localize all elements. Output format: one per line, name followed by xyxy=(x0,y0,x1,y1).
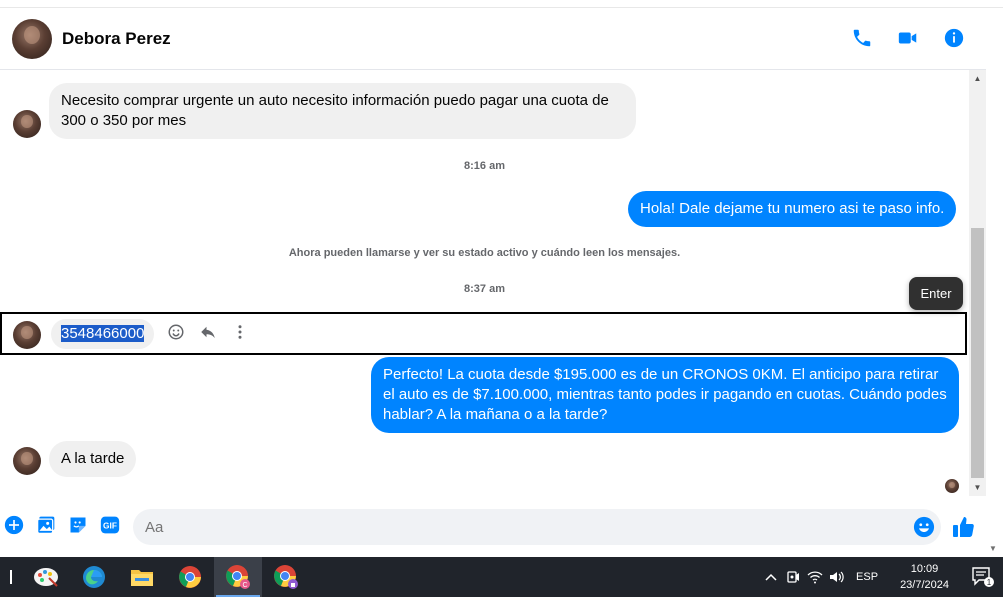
info-icon[interactable] xyxy=(942,26,966,50)
gif-icon[interactable]: GIF xyxy=(100,515,120,535)
page-scroll-down-arrow[interactable]: ▼ xyxy=(989,544,997,553)
scroll-thumb[interactable] xyxy=(971,228,984,478)
sticker-icon[interactable] xyxy=(68,515,88,535)
header-actions xyxy=(850,26,966,50)
taskbar-apps: C xyxy=(0,557,310,597)
message-composer: GIF xyxy=(0,500,986,556)
message-timestamp: 8:16 am xyxy=(464,160,505,172)
message-outgoing[interactable]: Hola! Dale dejame tu numero asi te paso … xyxy=(628,191,957,227)
svg-text:C: C xyxy=(242,582,247,589)
volume-icon[interactable] xyxy=(826,557,848,597)
taskbar-handle-icon[interactable] xyxy=(0,557,22,597)
video-icon[interactable] xyxy=(896,26,920,50)
selected-text[interactable]: 3548466000 xyxy=(61,325,145,342)
scroll-up-arrow[interactable]: ▲ xyxy=(969,70,986,87)
reply-icon[interactable] xyxy=(198,322,218,342)
chrome-profile-icon[interactable]: C xyxy=(214,557,262,597)
image-icon[interactable] xyxy=(36,515,56,535)
taskbar-clock[interactable]: 10:09 23/7/2024 xyxy=(886,561,963,593)
message-timestamp: 8:37 am xyxy=(464,283,505,295)
notification-center-icon[interactable]: 1 xyxy=(963,557,1003,597)
plus-icon[interactable] xyxy=(4,515,24,535)
like-icon[interactable] xyxy=(952,515,976,539)
system-tray: ESP 10:09 23/7/2024 1 xyxy=(760,557,1003,597)
chevron-up-icon[interactable] xyxy=(760,557,782,597)
os-taskbar: C ESP 10:09 23/7/2024 1 xyxy=(0,557,1003,597)
chrome-profile-2-icon[interactable] xyxy=(262,557,310,597)
gif-label: GIF xyxy=(103,520,117,530)
contact-name[interactable]: Debora Perez xyxy=(62,29,171,49)
contact-avatar[interactable] xyxy=(12,18,52,59)
emoji-icon[interactable] xyxy=(913,516,935,538)
read-receipt-avatar xyxy=(945,479,959,493)
react-emoji-icon[interactable] xyxy=(166,322,186,342)
page-scrollbar[interactable]: ▼ xyxy=(986,70,1003,557)
wifi-icon[interactable] xyxy=(804,557,826,597)
chrome-icon[interactable] xyxy=(166,557,214,597)
top-strip xyxy=(0,0,1003,8)
message-incoming[interactable]: Necesito comprar urgente un auto necesit… xyxy=(49,83,636,139)
message-incoming-selected[interactable]: 3548466000 xyxy=(51,319,155,349)
message-incoming[interactable]: A la tarde xyxy=(49,441,137,477)
phone-icon[interactable] xyxy=(850,26,874,50)
message-input-box[interactable] xyxy=(133,509,941,545)
paint-icon[interactable] xyxy=(22,557,70,597)
selected-message-row[interactable]: 3548466000 xyxy=(0,312,967,355)
contact-avatar-small[interactable] xyxy=(13,321,41,349)
message-input[interactable] xyxy=(145,518,905,536)
status-notice: Ahora pueden llamarse y ver su estado ac… xyxy=(288,247,681,259)
enter-tooltip: Enter xyxy=(909,277,963,310)
composer-actions: GIF xyxy=(4,515,120,535)
edge-icon[interactable] xyxy=(70,557,118,597)
message-outgoing[interactable]: Perfecto! La cuota desde $195.000 es de … xyxy=(371,357,959,433)
clock-time: 10:09 xyxy=(910,563,939,575)
file-explorer-icon[interactable] xyxy=(118,557,166,597)
language-indicator[interactable]: ESP xyxy=(848,571,886,583)
thread-scrollbar[interactable]: ▲ ▼ xyxy=(969,70,986,496)
more-options-icon[interactable] xyxy=(230,322,250,342)
scroll-down-arrow[interactable]: ▼ xyxy=(969,479,986,496)
contact-avatar-small[interactable] xyxy=(13,110,41,138)
contact-avatar-small[interactable] xyxy=(13,447,41,475)
chat-header: Debora Perez xyxy=(0,8,986,70)
message-actions xyxy=(166,322,250,342)
clock-date: 23/7/2024 xyxy=(900,579,949,591)
notification-count: 1 xyxy=(987,578,992,587)
meet-now-icon[interactable] xyxy=(782,557,804,597)
